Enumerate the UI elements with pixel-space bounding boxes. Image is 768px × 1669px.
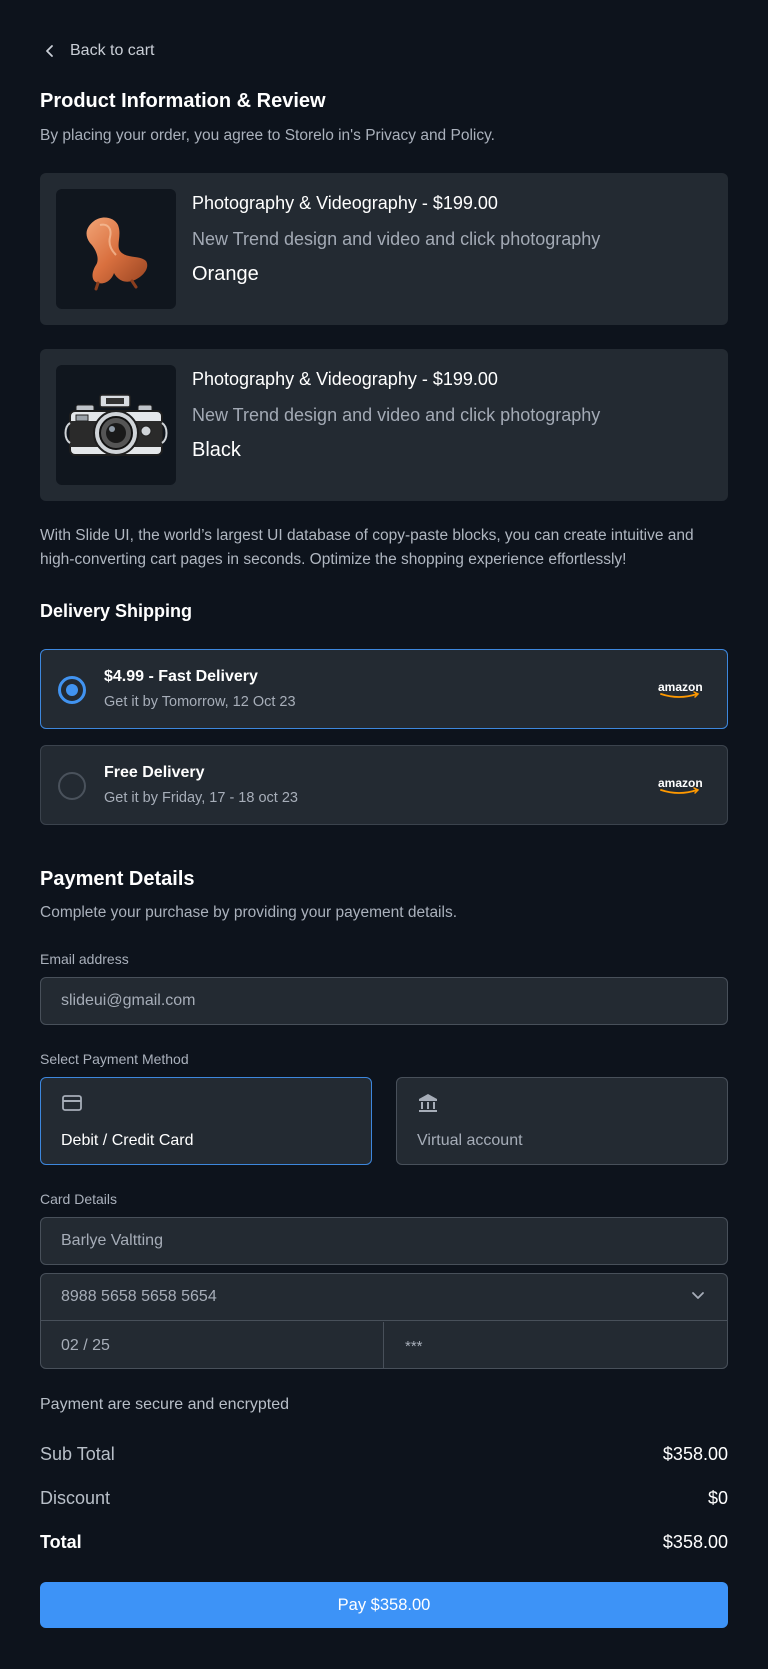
product-card: Photography & Videography - $199.00 New …	[40, 349, 728, 501]
amazon-logo-icon: amazon	[658, 680, 703, 698]
email-label: Email address	[40, 951, 129, 967]
payment-method-card[interactable]: Debit / Credit Card	[40, 1077, 372, 1165]
page-title: Product Information & Review	[40, 90, 326, 112]
payment-method-label: Debit / Credit Card	[61, 1132, 194, 1149]
back-to-cart-link[interactable]: Back to cart	[44, 42, 154, 60]
payment-method-label: Virtual account	[417, 1132, 523, 1149]
delivery-option-title: $4.99 - Fast Delivery	[104, 668, 258, 685]
product-image	[56, 365, 176, 485]
product-description: New Trend design and video and click pho…	[192, 405, 601, 425]
card-info-group: 8988 5658 5658 5654 02 / 25 ***	[40, 1273, 728, 1369]
discount-row: Discount $0	[40, 1488, 728, 1509]
product-image	[56, 189, 176, 309]
delivery-option-free[interactable]: Free Delivery Get it by Friday, 17 - 18 …	[40, 745, 728, 825]
chevron-left-icon	[46, 45, 53, 57]
payment-subtitle: Complete your purchase by providing your…	[40, 904, 458, 921]
amazon-logo-icon: amazon	[658, 776, 703, 794]
delivery-title: Delivery Shipping	[40, 601, 193, 621]
card-details-label: Card Details	[40, 1191, 118, 1207]
total-value: $358.00	[662, 1532, 728, 1552]
delivery-option-fast[interactable]: $4.99 - Fast Delivery Get it by Tomorrow…	[40, 649, 728, 729]
pay-button[interactable]: Pay $358.00	[40, 1582, 728, 1628]
card-expiry-field[interactable]: 02 / 25	[41, 1322, 384, 1368]
total-label: Total	[40, 1532, 82, 1552]
delivery-option-subtitle: Get it by Tomorrow, 12 Oct 23	[104, 694, 296, 710]
payment-method-label: Select Payment Method	[40, 1051, 189, 1067]
card-number-field[interactable]: 8988 5658 5658 5654	[41, 1274, 727, 1321]
delivery-option-title: Free Delivery	[104, 764, 205, 781]
chevron-down-icon[interactable]	[691, 1291, 705, 1301]
product-card: Photography & Videography - $199.00 New …	[40, 173, 728, 325]
email-field[interactable]: slideui@gmail.com	[40, 977, 728, 1025]
page-subtitle: By placing your order, you agree to Stor…	[40, 127, 495, 144]
subtotal-label: Sub Total	[40, 1444, 115, 1464]
discount-value: $0	[707, 1488, 728, 1508]
card-number-value: 8988 5658 5658 5654	[61, 1288, 217, 1305]
vintage-camera-image	[64, 394, 168, 456]
delivery-option-subtitle: Get it by Friday, 17 - 18 oct 23	[104, 790, 298, 806]
product-description: New Trend design and video and click pho…	[192, 229, 601, 249]
payment-method-virtual[interactable]: Virtual account	[396, 1077, 728, 1165]
product-color: Black	[192, 439, 241, 461]
svg-text:amazon: amazon	[658, 776, 703, 790]
promo-text: With Slide UI, the world’s largest UI da…	[40, 527, 694, 568]
credit-card-icon	[62, 1095, 82, 1111]
subtotal-row: Sub Total $358.00	[40, 1444, 728, 1465]
radio-unselected[interactable]	[58, 772, 86, 800]
radio-selected[interactable]	[58, 676, 86, 704]
total-row: Total $358.00	[40, 1532, 728, 1553]
product-color: Orange	[192, 263, 259, 285]
orange-chair-image	[86, 217, 148, 291]
product-title: Photography & Videography - $199.00	[192, 369, 498, 389]
back-label: Back to cart	[70, 42, 155, 59]
card-cvc-field[interactable]: ***	[385, 1322, 727, 1368]
bank-icon	[419, 1094, 437, 1112]
secure-text: Payment are secure and encrypted	[40, 1396, 290, 1413]
payment-title: Payment Details	[40, 868, 195, 890]
cardholder-name-field[interactable]: Barlye Valtting	[40, 1217, 728, 1265]
discount-label: Discount	[40, 1488, 111, 1508]
subtotal-value: $358.00	[662, 1444, 728, 1464]
svg-text:amazon: amazon	[658, 680, 703, 694]
product-title: Photography & Videography - $199.00	[192, 193, 498, 213]
